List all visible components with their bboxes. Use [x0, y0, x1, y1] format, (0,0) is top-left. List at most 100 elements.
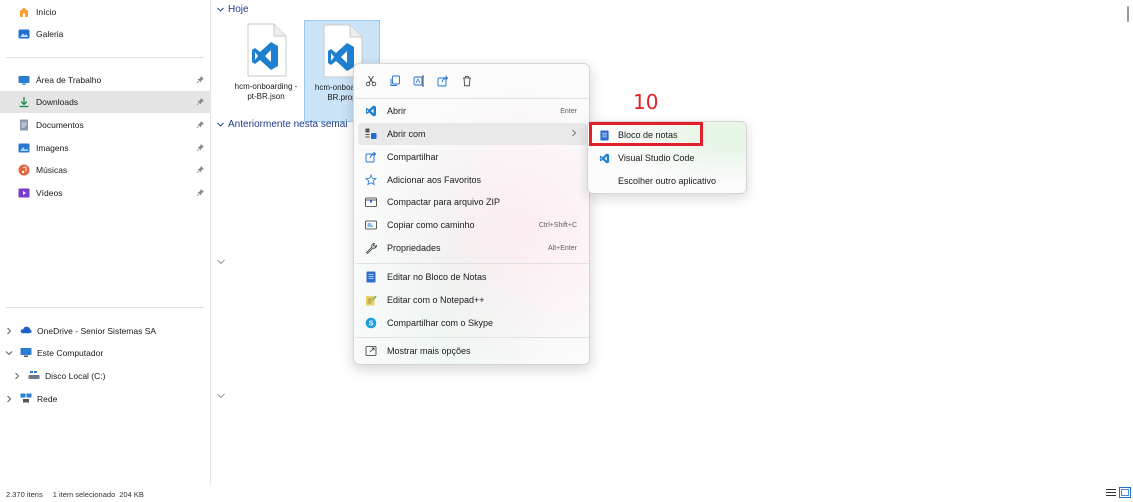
- menu-item-label: Editar com o Notepad++: [387, 295, 485, 305]
- menu-item-compactar-zip[interactable]: Compactar para arquivo ZIP: [358, 191, 587, 213]
- menu-item-propriedades[interactable]: Propriedades Alt+Enter: [358, 237, 587, 259]
- details-view-icon[interactable]: [1105, 487, 1117, 500]
- file-item[interactable]: hcm-onboarding -pt-BR.json: [228, 20, 304, 122]
- drive-icon: [28, 370, 40, 382]
- nav-item-musicas[interactable]: Músicas: [0, 159, 211, 181]
- pin-icon[interactable]: [196, 75, 205, 84]
- nav-divider: [6, 307, 204, 308]
- nav-item-area-de-trabalho[interactable]: Área de Trabalho: [0, 69, 211, 91]
- nav-item-galeria[interactable]: Galeria: [0, 23, 211, 45]
- nav-item-label: Documentos: [36, 120, 84, 130]
- tree-item-label: Disco Local (C:): [45, 371, 106, 381]
- rename-icon[interactable]: [410, 70, 428, 92]
- submenu-item-vscode[interactable]: Visual Studio Code: [592, 148, 744, 168]
- context-menu: Abrir Enter Abrir com Compartilhar Adici…: [353, 63, 590, 365]
- menu-item-skype[interactable]: S Compartilhar com o Skype: [358, 312, 587, 334]
- menu-item-abrir[interactable]: Abrir Enter: [358, 100, 587, 122]
- pin-icon[interactable]: [196, 143, 205, 152]
- pictures-icon: [18, 142, 30, 154]
- scrollbar-thumb[interactable]: [1127, 6, 1129, 22]
- nav-divider: [6, 57, 204, 58]
- desktop-icon: [18, 74, 30, 86]
- share-icon[interactable]: [434, 70, 452, 92]
- menu-item-copiar-caminho[interactable]: Copiar como caminho Ctrl+Shift+C: [358, 214, 587, 236]
- documents-icon: [18, 119, 30, 131]
- nav-item-documentos[interactable]: Documentos: [0, 114, 211, 136]
- group-header-hoje[interactable]: Hoje: [216, 4, 249, 15]
- properties-icon: [364, 241, 378, 255]
- star-icon: [364, 173, 378, 187]
- menu-item-label: Compartilhar: [387, 152, 439, 162]
- share-icon: [364, 150, 378, 164]
- nav-item-label: Início: [36, 7, 57, 17]
- chevron-right-icon[interactable]: [12, 371, 22, 381]
- menu-item-label: Abrir: [387, 106, 407, 116]
- nav-item-inicio[interactable]: Início: [0, 1, 211, 23]
- tree-item-rede[interactable]: Rede: [0, 388, 211, 410]
- chevron-right-icon[interactable]: [4, 326, 14, 336]
- vscode-icon: [598, 152, 610, 164]
- tiles-view-icon[interactable]: [1119, 487, 1131, 500]
- menu-item-label: Abrir com: [387, 129, 426, 139]
- nav-item-label: Galeria: [36, 29, 64, 39]
- menu-item-compartilhar[interactable]: Compartilhar: [358, 146, 587, 168]
- notepadpp-icon: [364, 293, 378, 307]
- nav-item-videos[interactable]: Vídeos: [0, 182, 211, 204]
- chevron-down-icon[interactable]: [4, 348, 14, 358]
- vscode-icon: [364, 104, 378, 118]
- tree-item-disco-local[interactable]: Disco Local (C:): [0, 365, 211, 387]
- network-icon: [20, 393, 32, 405]
- copy-icon[interactable]: [386, 70, 404, 92]
- menu-item-label: Mostrar mais opções: [387, 346, 471, 356]
- nav-item-imagens[interactable]: Imagens: [0, 137, 211, 159]
- nav-item-label: Vídeos: [36, 188, 63, 198]
- menu-item-label: Copiar como caminho: [387, 220, 475, 230]
- status-item-count: 2.370 itens: [6, 490, 43, 499]
- chevron-down-icon[interactable]: [216, 392, 226, 400]
- menu-item-mais-opcoes[interactable]: Mostrar mais opções: [358, 340, 587, 362]
- delete-icon[interactable]: [458, 70, 476, 92]
- pin-icon[interactable]: [196, 188, 205, 197]
- view-toggle: [1105, 487, 1131, 500]
- cut-icon[interactable]: [362, 70, 380, 92]
- tree-item-onedrive[interactable]: OneDrive - Senior Sistemas SA: [0, 320, 211, 342]
- downloads-icon: [18, 96, 30, 108]
- menu-item-abrir-com[interactable]: Abrir com: [358, 123, 587, 145]
- group-header-anteriormente[interactable]: Anteriormente nesta semai: [216, 119, 348, 130]
- menu-item-label: Adicionar aos Favoritos: [387, 175, 482, 185]
- shortcut-text: Enter: [560, 107, 577, 115]
- pin-icon[interactable]: [196, 120, 205, 129]
- chevron-down-icon[interactable]: [216, 258, 226, 266]
- group-header-label: Hoje: [228, 4, 249, 15]
- chevron-right-icon[interactable]: [4, 394, 14, 404]
- file-name: hcm-onboarding -pt-BR.json: [234, 82, 298, 101]
- menu-item-label: Compartilhar com o Skype: [387, 318, 494, 328]
- nav-item-label: Downloads: [36, 97, 79, 107]
- shortcut-text: Ctrl+Shift+C: [538, 221, 577, 229]
- submenu-item-escolher-outro[interactable]: Escolher outro aplicativo: [592, 171, 744, 191]
- notepad-icon: [364, 270, 378, 284]
- chevron-down-icon: [216, 5, 225, 14]
- pin-icon[interactable]: [196, 165, 205, 174]
- tree-item-label: Este Computador: [37, 348, 104, 358]
- nav-item-downloads[interactable]: Downloads: [0, 91, 211, 113]
- status-selection: 1 item selecionado: [52, 490, 116, 499]
- menu-item-editar-bloco-notas[interactable]: Editar no Bloco de Notas: [358, 266, 587, 288]
- music-icon: [18, 164, 30, 176]
- navigation-pane: Início Galeria Área de Trabalho Download…: [0, 0, 211, 485]
- highlight-box: [589, 122, 703, 146]
- submenu-item-label: Escolher outro aplicativo: [618, 176, 717, 186]
- status-size: 204 KB: [119, 490, 144, 499]
- menu-item-favoritos[interactable]: Adicionar aos Favoritos: [358, 169, 587, 191]
- menu-item-notepadpp[interactable]: Editar com o Notepad++: [358, 289, 587, 311]
- menu-item-label: Editar no Bloco de Notas: [387, 272, 487, 282]
- onedrive-icon: [20, 325, 32, 337]
- open-with-icon: [364, 127, 378, 141]
- svg-text:S: S: [368, 319, 373, 328]
- context-toolbar: [362, 70, 476, 94]
- pin-icon[interactable]: [196, 97, 205, 106]
- tree-item-este-computador[interactable]: Este Computador: [0, 342, 211, 364]
- menu-item-label: Propriedades: [387, 243, 441, 253]
- computer-icon: [20, 347, 32, 359]
- tree-item-label: Rede: [37, 394, 58, 404]
